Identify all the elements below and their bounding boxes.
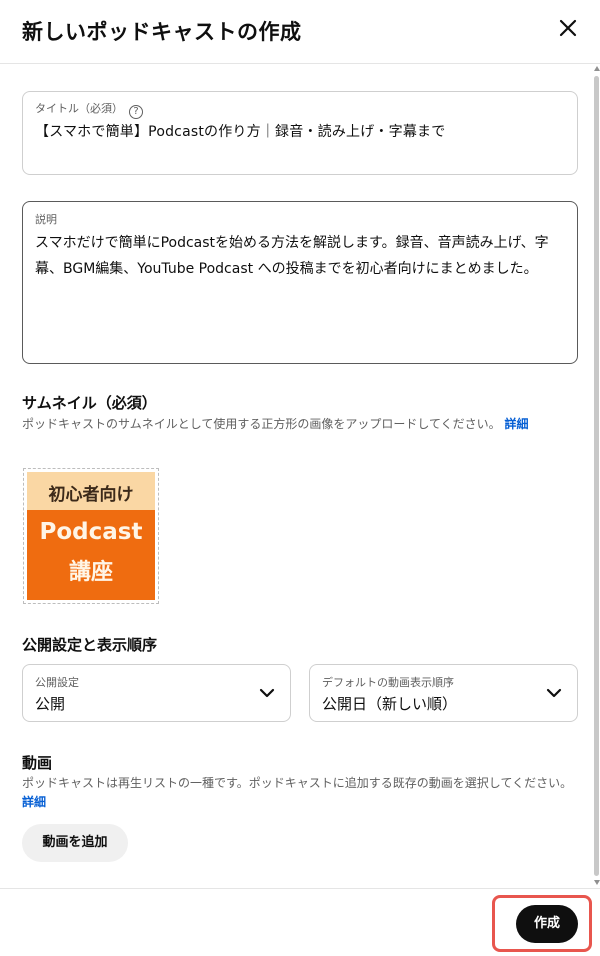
create-button[interactable]: 作成 [516, 905, 578, 943]
thumbnail-learn-more-link[interactable]: 詳細 [505, 417, 529, 431]
default-order-label: デフォルトの動画表示順序 [322, 676, 454, 689]
thumbnail-description: ポッドキャストのサムネイルとして使用する正方形の画像をアップロードしてください。… [22, 415, 582, 434]
description-field[interactable]: 説明 スマホだけで簡単にPodcastを始める方法を解説します。録音、音声読み上… [22, 201, 578, 364]
dialog-header: 新しいポッドキャストの作成 [0, 0, 600, 64]
add-video-button[interactable]: 動画を追加 [22, 824, 128, 862]
scrollbar-thumb[interactable] [594, 76, 599, 876]
scroll-down-arrow-icon[interactable] [594, 880, 600, 885]
thumbnail-image: 初心者向け Podcast 講座 [27, 472, 155, 600]
chevron-down-icon [259, 688, 275, 698]
default-order-select[interactable]: デフォルトの動画表示順序 公開日（新しい順） [309, 664, 578, 722]
footer-divider [0, 888, 600, 889]
close-button[interactable] [552, 12, 584, 44]
scrollbar[interactable] [594, 66, 600, 886]
videos-description-text: ポッドキャストは再生リストの一種です。ポッドキャストに追加する既存の動画を選択し… [22, 776, 573, 790]
title-field[interactable]: タイトル（必須）? 【スマホで簡単】Podcastの作り方｜録音・読み上げ・字幕… [22, 91, 578, 175]
thumbnail-top-text: 初心者向け [48, 485, 134, 505]
thumbnail-line1: Podcast [39, 519, 143, 545]
thumbnail-line2: 講座 [68, 560, 113, 585]
visibility-label: 公開設定 [35, 676, 79, 689]
dialog-title: 新しいポッドキャストの作成 [22, 20, 302, 44]
scroll-up-arrow-icon[interactable] [594, 66, 600, 71]
thumbnail-bottom-band: Podcast 講座 [27, 510, 155, 600]
visibility-heading: 公開設定と表示順序 [22, 636, 158, 654]
visibility-value: 公開 [35, 695, 66, 713]
videos-heading: 動画 [22, 754, 53, 772]
title-input[interactable]: 【スマホで簡単】Podcastの作り方｜録音・読み上げ・字幕まで [35, 121, 445, 141]
title-label-text: タイトル（必須） [35, 102, 123, 115]
visibility-select[interactable]: 公開設定 公開 [22, 664, 291, 722]
videos-learn-more-link[interactable]: 詳細 [22, 795, 46, 809]
thumbnail-heading: サムネイル（必須） [22, 394, 157, 412]
thumbnail-upload[interactable]: 初心者向け Podcast 講座 [23, 468, 159, 604]
thumbnail-top-band: 初心者向け [27, 472, 155, 510]
default-order-value: 公開日（新しい順） [322, 695, 458, 713]
videos-description: ポッドキャストは再生リストの一種です。ポッドキャストに追加する既存の動画を選択し… [22, 774, 582, 812]
chevron-down-icon [546, 688, 562, 698]
description-textarea[interactable]: スマホだけで簡単にPodcastを始める方法を解説します。録音、音声読み上げ、字… [35, 230, 575, 282]
create-podcast-dialog: 新しいポッドキャストの作成 タイトル（必須）? 【スマホで簡単】Podcastの… [0, 0, 600, 956]
title-field-label: タイトル（必須）? [35, 100, 143, 119]
help-circle-icon[interactable]: ? [129, 105, 143, 119]
description-field-label: 説明 [35, 213, 57, 226]
close-icon [559, 19, 577, 37]
thumbnail-description-text: ポッドキャストのサムネイルとして使用する正方形の画像をアップロードしてください。 [22, 417, 501, 431]
